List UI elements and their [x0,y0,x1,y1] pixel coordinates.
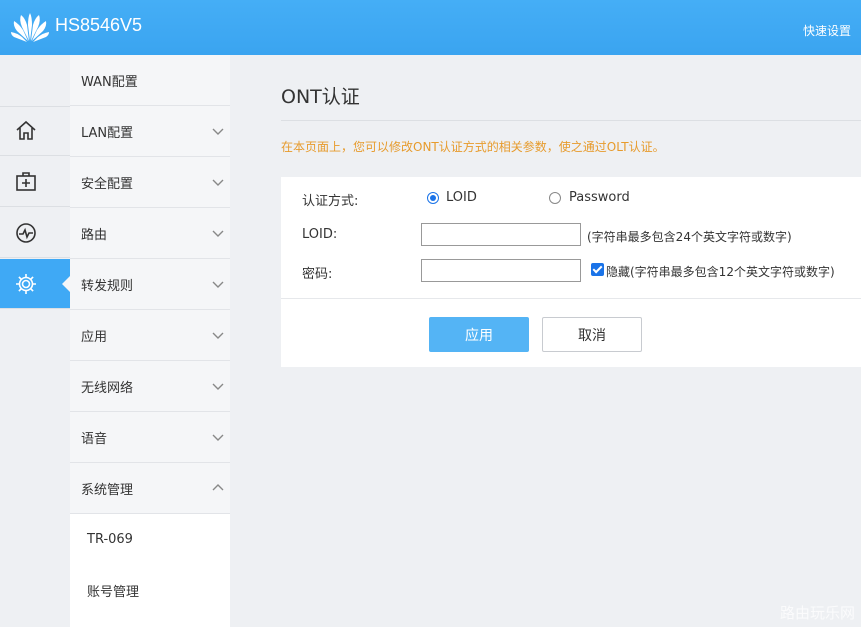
apply-button[interactable]: 应用 [429,317,529,352]
rail-status[interactable] [0,208,70,258]
menu-item-lan[interactable]: LAN配置 [70,106,230,157]
quick-setup-link[interactable]: 快速设置 [803,22,851,39]
menu-item-label: 无线网络 [81,380,134,396]
watermark: 路由玩乐网 [779,604,855,622]
submenu-item-label: TR-069 [87,532,133,547]
chevron-down-icon [212,332,224,339]
huawei-logo-icon [11,13,49,42]
page-description: 在本页面上，您可以修改ONT认证方式的相关参数，使之通过OLT认证。 [281,140,665,154]
menu-item-wireless[interactable]: 无线网络 [70,361,230,412]
menu-item-system[interactable]: 系统管理 [70,463,230,514]
rail-advanced[interactable] [0,259,70,309]
password-input[interactable] [421,259,581,282]
main-content: ONT认证 在本页面上，您可以修改ONT认证方式的相关参数，使之通过OLT认证。… [231,55,861,627]
loid-label: LOID: [302,227,338,242]
menu-item-label: 系统管理 [81,482,134,498]
chevron-down-icon [212,434,224,441]
top-header: HS8546V5 快速设置 [0,0,861,55]
cancel-button[interactable]: 取消 [542,317,642,352]
menu-item-label: WAN配置 [81,74,138,90]
hide-password-hint: 隐藏(字符串最多包含12个英文字符或数字) [606,265,835,279]
submenu-item-label: 账号管理 [87,585,140,600]
monitor-icon [16,222,36,243]
menu-item-voice[interactable]: 语音 [70,412,230,463]
submenu-item-tr069[interactable]: TR-069 [70,514,230,565]
loid-radio[interactable] [427,192,439,204]
menu-item-label: 语音 [81,431,108,447]
chevron-down-icon [212,179,224,186]
menu-item-label: 安全配置 [81,176,134,192]
submenu-item-account[interactable]: 账号管理 [70,565,230,627]
chevron-down-icon [212,128,224,135]
menu-item-route[interactable]: 路由 [70,208,230,259]
icon-rail [0,55,70,627]
home-icon [16,120,36,140]
menu-item-label: 应用 [81,329,108,345]
menu-item-label: LAN配置 [81,125,134,141]
auth-mode-label: 认证方式: [302,194,359,209]
menu-item-label: 转发规则 [81,278,134,294]
title-divider [281,120,861,121]
password-radio-label[interactable]: Password [569,190,630,205]
password-label: 密码: [302,267,333,282]
loid-input[interactable] [421,223,581,246]
form-divider [281,298,861,299]
loid-hint: (字符串最多包含24个英文字符或数字) [587,230,792,244]
active-pointer [62,276,70,292]
chevron-down-icon [212,281,224,288]
menu-item-forwarding[interactable]: 转发规则 [70,259,230,310]
loid-radio-label[interactable]: LOID [446,190,477,205]
rail-home[interactable] [0,106,70,156]
rail-maintenance[interactable] [0,157,70,207]
chevron-up-icon [212,484,224,491]
hide-password-checkbox[interactable] [591,263,604,276]
auth-form-panel: 认证方式: LOID Password LOID: (字符串最多包含24个英文字… [281,177,861,367]
menu-item-security[interactable]: 安全配置 [70,157,230,208]
chevron-down-icon [212,383,224,390]
device-model: HS8546V5 [55,15,143,35]
first-aid-icon [16,171,36,191]
menu-item-label: 路由 [81,227,108,243]
chevron-down-icon [212,230,224,237]
password-radio[interactable] [549,192,561,204]
menu-item-application[interactable]: 应用 [70,310,230,361]
gear-icon [16,273,36,294]
page-title: ONT认证 [281,86,360,108]
menu-item-wan[interactable]: WAN配置 [70,55,230,106]
